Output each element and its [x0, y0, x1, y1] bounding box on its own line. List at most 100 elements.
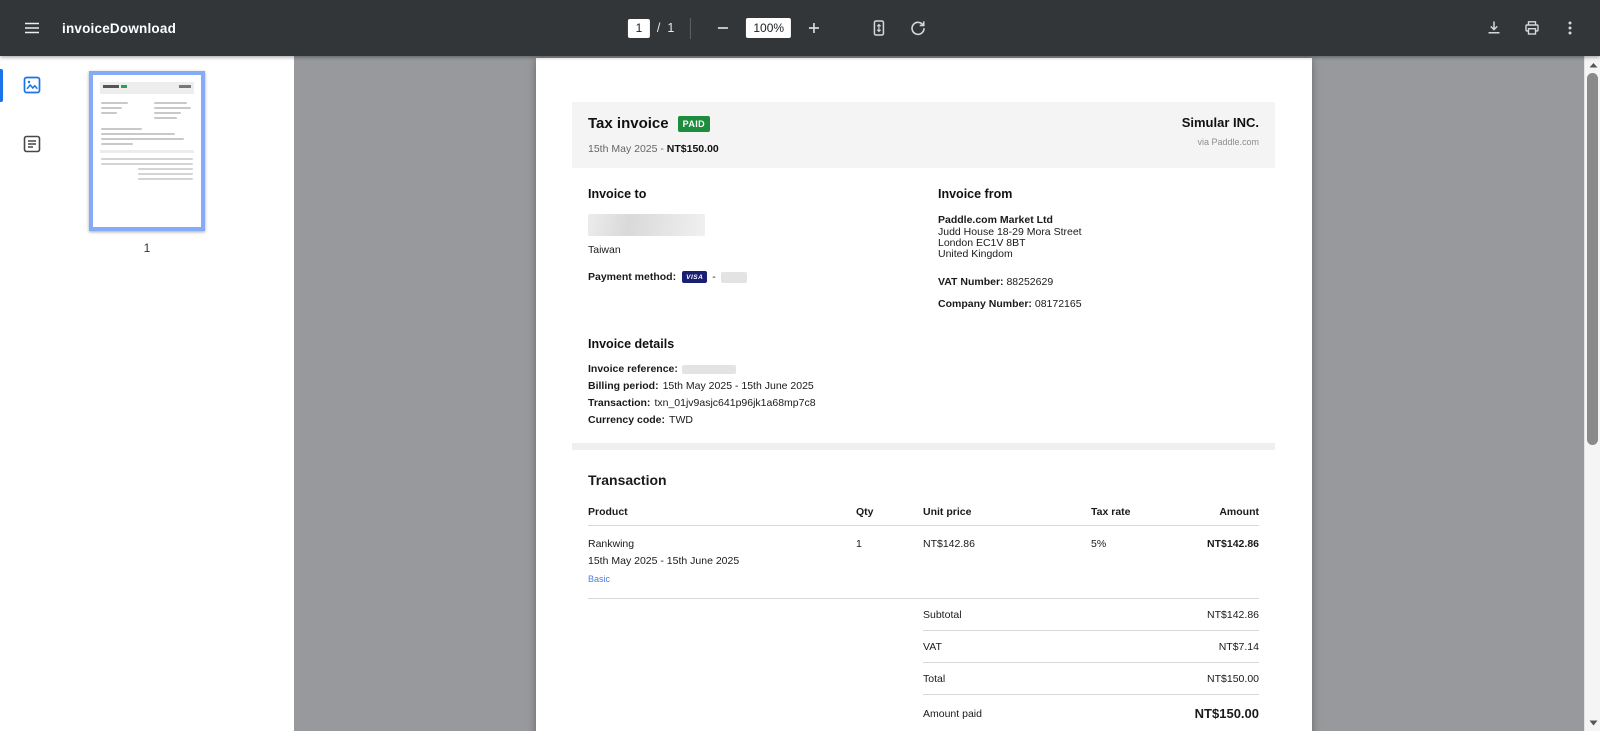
plus-icon	[809, 23, 820, 33]
total-label: Total	[923, 673, 946, 685]
thumbnail-list: 1	[0, 71, 294, 255]
redacted-customer-name	[588, 214, 705, 236]
transaction-heading: Transaction	[588, 472, 667, 488]
page-thumbnail[interactable]	[89, 71, 205, 231]
subtotal-row: Subtotal NT$142.86	[923, 599, 1259, 631]
invoice-from-section: Invoice from Paddle.com Market Ltd Judd …	[938, 187, 1259, 310]
card-separator: -	[712, 271, 716, 283]
col-unit-price: Unit price	[923, 506, 972, 518]
invoice-details-heading: Invoice details	[588, 337, 675, 351]
invoice-reference-label: Invoice reference:	[588, 363, 678, 375]
toolbar-center: / 1 100%	[627, 0, 934, 56]
minus-icon	[718, 27, 729, 29]
total-row: Total NT$150.00	[923, 663, 1259, 695]
toolbar-divider	[690, 17, 692, 39]
amount-paid-value: NT$150.00	[1194, 706, 1259, 721]
redacted-card-number	[720, 271, 747, 283]
product-period: 15th May 2025 - 15th June 2025	[588, 555, 740, 567]
thumbnail-page-number: 1	[143, 241, 151, 255]
vat-number-value: 88252629	[1006, 276, 1054, 288]
document-title: invoiceDownload	[62, 20, 177, 36]
rotate-icon	[911, 21, 925, 36]
zoom-level[interactable]: 100%	[746, 18, 792, 38]
transaction-id-value: txn_01jv9asjc641p96jk1a68mp7c8	[654, 397, 816, 409]
product-name: Rankwing	[588, 538, 635, 550]
vat-number-label: VAT Number:	[938, 276, 1004, 288]
fit-page-button[interactable]	[863, 12, 895, 44]
vat-value: NT$7.14	[1218, 641, 1259, 653]
invoice-page: Tax invoice PAID 15th May 2025 - NT$150.…	[536, 58, 1312, 731]
totals-summary: Subtotal NT$142.86 VAT NT$7.14 Total NT$…	[923, 599, 1259, 731]
billing-period-value: 15th May 2025 - 15th June 2025	[662, 380, 814, 392]
vat-row: VAT NT$7.14	[923, 631, 1259, 663]
vertical-scrollbar[interactable]	[1584, 56, 1600, 731]
sidebar-panel: 1	[0, 56, 294, 731]
page-separator: /	[656, 21, 661, 35]
toolbar-right	[1478, 12, 1600, 44]
customer-country: Taiwan	[588, 244, 621, 256]
total-value: NT$150.00	[1207, 673, 1259, 685]
transaction-table-header: Product Qty Unit price Tax rate Amount	[588, 488, 1259, 526]
paid-status-badge: PAID	[677, 115, 711, 132]
scroll-up-button[interactable]	[1585, 56, 1600, 73]
row-qty: 1	[856, 538, 862, 550]
download-button[interactable]	[1478, 12, 1510, 44]
vat-label: VAT	[923, 641, 942, 653]
document-viewport[interactable]: Tax invoice PAID 15th May 2025 - NT$150.…	[294, 56, 1584, 731]
company-number-label: Company Number:	[938, 298, 1032, 310]
thumbnail-preview	[99, 82, 195, 180]
more-options-button[interactable]	[1554, 12, 1586, 44]
invoice-date: 15th May 2025 -	[588, 143, 667, 155]
page-total-count: 1	[667, 21, 675, 35]
fit-page-icon	[873, 20, 885, 36]
invoice-title: Tax invoice	[588, 115, 669, 132]
invoice-to-heading: Invoice to	[588, 187, 647, 201]
via-paddle-note: via Paddle.com	[1197, 137, 1259, 147]
visa-card-icon: VISA	[682, 271, 708, 283]
col-tax-rate: Tax rate	[1091, 506, 1131, 518]
redacted-invoice-reference	[681, 365, 736, 374]
page-number-input[interactable]	[627, 18, 650, 38]
hamburger-icon	[25, 22, 39, 34]
subtotal-label: Subtotal	[923, 609, 962, 621]
col-amount: Amount	[1219, 506, 1259, 518]
row-tax-rate: 5%	[1091, 538, 1107, 550]
col-qty: Qty	[856, 506, 874, 518]
address-line: United Kingdom	[938, 248, 1013, 260]
zoom-in-button[interactable]	[798, 12, 830, 44]
amount-paid-label: Amount paid	[923, 707, 982, 720]
amount-paid-row: Amount paid NT$150.00	[923, 695, 1259, 731]
row-unit-price: NT$142.86	[923, 538, 975, 550]
invoice-to-section: Invoice to Taiwan Payment method: VISA -	[588, 187, 938, 310]
print-icon	[1525, 21, 1539, 35]
col-product: Product	[588, 506, 628, 518]
currency-code-value: TWD	[669, 414, 693, 426]
payment-method-label: Payment method:	[588, 271, 677, 283]
company-number-value: 08172165	[1034, 298, 1082, 310]
menu-button[interactable]	[16, 12, 48, 44]
invoice-total-inline: NT$150.00	[666, 143, 719, 155]
scroll-down-icon	[1589, 720, 1597, 725]
seller-name: Simular INC.	[1181, 115, 1259, 130]
transaction-table-row: Rankwing 15th May 2025 - 15th June 2025 …	[588, 526, 1259, 599]
scroll-down-button[interactable]	[1585, 714, 1600, 731]
invoice-details-section: Invoice details Invoice reference: Billi…	[572, 337, 1275, 426]
toolbar-left: invoiceDownload	[0, 12, 176, 44]
print-button[interactable]	[1516, 12, 1548, 44]
plan-link[interactable]: Basic	[588, 574, 856, 584]
billing-period-label: Billing period:	[588, 380, 659, 392]
rotate-button[interactable]	[902, 12, 934, 44]
download-icon	[1488, 21, 1500, 34]
zoom-out-button[interactable]	[707, 12, 739, 44]
scrollbar-thumb[interactable]	[1587, 73, 1598, 445]
invoice-header: Tax invoice PAID 15th May 2025 - NT$150.…	[572, 102, 1275, 168]
seller-company-name: Paddle.com Market Ltd	[938, 214, 1053, 226]
section-divider	[572, 443, 1275, 450]
subtotal-value: NT$142.86	[1207, 609, 1259, 621]
transaction-id-label: Transaction:	[588, 397, 651, 409]
pdf-toolbar: invoiceDownload / 1 100%	[0, 0, 1600, 56]
currency-code-label: Currency code:	[588, 414, 666, 426]
transaction-section: Transaction Product Qty Unit price Tax r…	[572, 472, 1275, 731]
row-amount: NT$142.86	[1207, 538, 1259, 550]
scroll-up-icon	[1589, 62, 1597, 67]
